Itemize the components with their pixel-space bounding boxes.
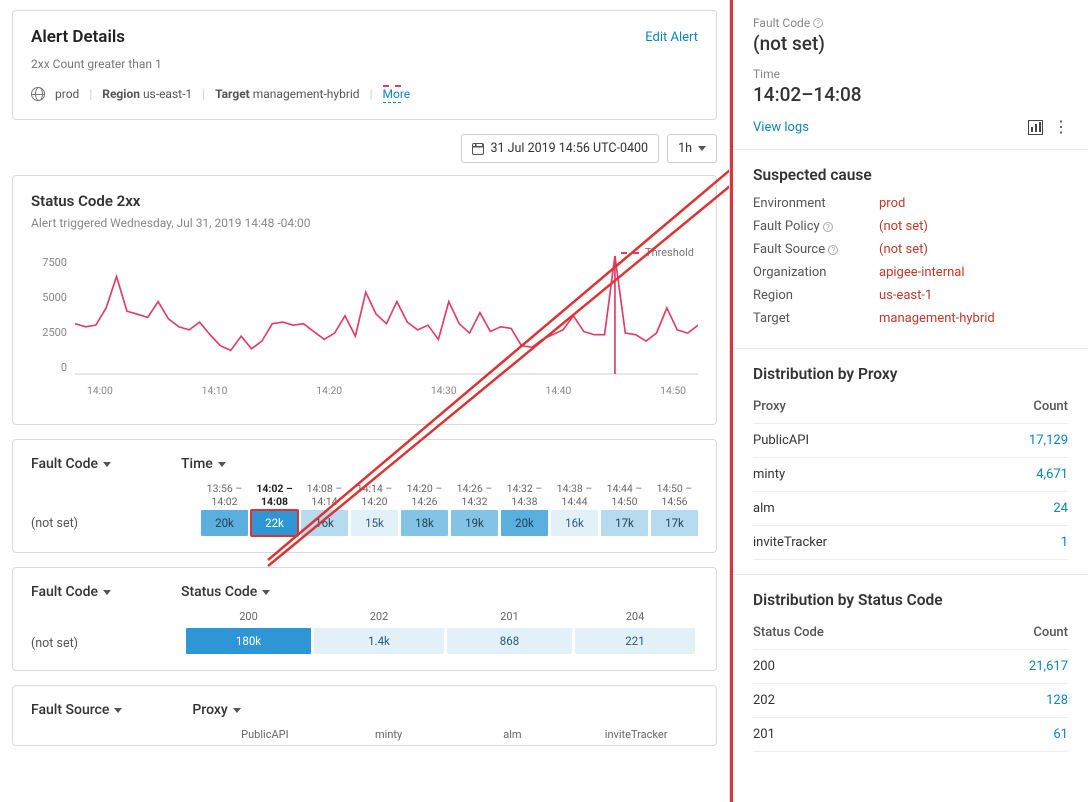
chart-title: Status Code 2xx [31,192,698,210]
time-bucket-cell[interactable]: 16k [301,510,348,536]
calendar-icon [472,143,484,155]
status-cell[interactable]: 180k [186,628,311,654]
status-cell[interactable]: 868 [447,628,572,654]
chart-legend: Threshold [621,246,694,259]
time-bucket-cell[interactable]: 17k [601,510,648,536]
line-chart: 14:00 14:10 14:20 14:30 14:40 14:50 [75,238,698,408]
row-label: (not set) [31,482,201,531]
time-bucket-cell[interactable]: 19k [451,510,498,536]
time-bucket-cell[interactable]: 20k [501,510,548,536]
faultcode-status-card: Fault Code Status Code (not set) 200180k… [12,567,717,671]
row-label: (not set) [31,610,186,651]
status-cell[interactable]: 221 [575,628,695,654]
table-row: 20161 [753,718,1068,752]
bar-chart-icon[interactable] [1028,120,1043,135]
time-bucket-cell[interactable]: 20k [201,510,248,536]
globe-icon [31,87,45,101]
date-picker[interactable]: 31 Jul 2019 14:56 UTC-0400 [461,134,659,163]
dist-proxy-heading: Distribution by Proxy [753,365,1068,383]
detail-panel: Fault Code? (not set) Time 14:02–14:08 V… [730,0,1088,802]
y-axis-labels: 7500500025000 [31,238,75,408]
caret-down-icon [698,146,706,151]
suspected-cause-heading: Suspected cause [753,166,1068,184]
more-menu-icon[interactable]: ⋮ [1053,125,1068,130]
edit-alert-link[interactable]: Edit Alert [645,30,698,45]
env-value: prod [55,87,79,101]
time-bucket-cell[interactable]: 15k [351,510,398,536]
count-link[interactable]: 128 [1046,693,1068,708]
svg-text:14:00: 14:00 [87,386,113,397]
detail-time: 14:02–14:08 [753,83,1068,106]
help-icon[interactable]: ? [828,245,838,255]
table-row: 20021,617 [753,650,1068,684]
table-row: minty4,671 [753,458,1068,492]
view-logs-link[interactable]: View logs [753,120,809,135]
table-row: inviteTracker1 [753,526,1068,560]
detail-faultcode: (not set) [753,32,1068,55]
help-icon[interactable]: ? [823,222,833,232]
faultsource-proxy-card: Fault Source Proxy PublicAPImintyalminvi… [12,685,717,746]
faultcode-time-card: Fault Code Time (not set) 13:56 –14:0220… [12,439,717,553]
time-bucket-cell[interactable]: 22k [251,510,298,536]
faultcode-dropdown-2[interactable]: Fault Code [31,584,111,600]
alert-details-card: Alert Details Edit Alert 2xx Count great… [12,10,717,120]
alert-title: Alert Details [31,27,125,47]
svg-text:14:50: 14:50 [660,386,686,397]
more-link[interactable]: More [383,85,401,103]
range-picker[interactable]: 1h [667,134,717,163]
svg-text:14:20: 14:20 [316,386,342,397]
svg-text:14:10: 14:10 [202,386,228,397]
time-bucket-cell[interactable]: 16k [551,510,598,536]
svg-text:14:40: 14:40 [546,386,572,397]
time-bucket-cell[interactable]: 18k [401,510,448,536]
table-row: alm24 [753,492,1068,526]
faultsource-dropdown[interactable]: Fault Source [31,702,122,718]
count-link[interactable]: 24 [1053,501,1068,516]
faultcode-dropdown[interactable]: Fault Code [31,456,111,472]
alert-rule: 2xx Count greater than 1 [31,57,698,71]
count-link[interactable]: 17,129 [1029,433,1068,448]
svg-text:14:30: 14:30 [431,386,457,397]
statuscode-dropdown[interactable]: Status Code [181,584,270,600]
time-bucket-cell[interactable]: 17k [651,510,698,536]
dist-status-heading: Distribution by Status Code [753,591,1068,609]
chart-subtitle: Alert triggered Wednesday, Jul 31, 2019 … [31,216,698,230]
count-link[interactable]: 21,617 [1029,659,1068,674]
chart-card: Status Code 2xx Alert triggered Wednesda… [12,175,717,425]
table-row: PublicAPI17,129 [753,424,1068,458]
count-link[interactable]: 1 [1061,535,1068,550]
table-row: 202128 [753,684,1068,718]
help-icon[interactable]: ? [813,18,823,28]
count-link[interactable]: 61 [1053,727,1068,742]
proxy-dropdown[interactable]: Proxy [192,702,240,718]
status-cell[interactable]: 1.4k [314,628,444,654]
time-dropdown[interactable]: Time [181,456,226,472]
count-link[interactable]: 4,671 [1036,467,1068,482]
